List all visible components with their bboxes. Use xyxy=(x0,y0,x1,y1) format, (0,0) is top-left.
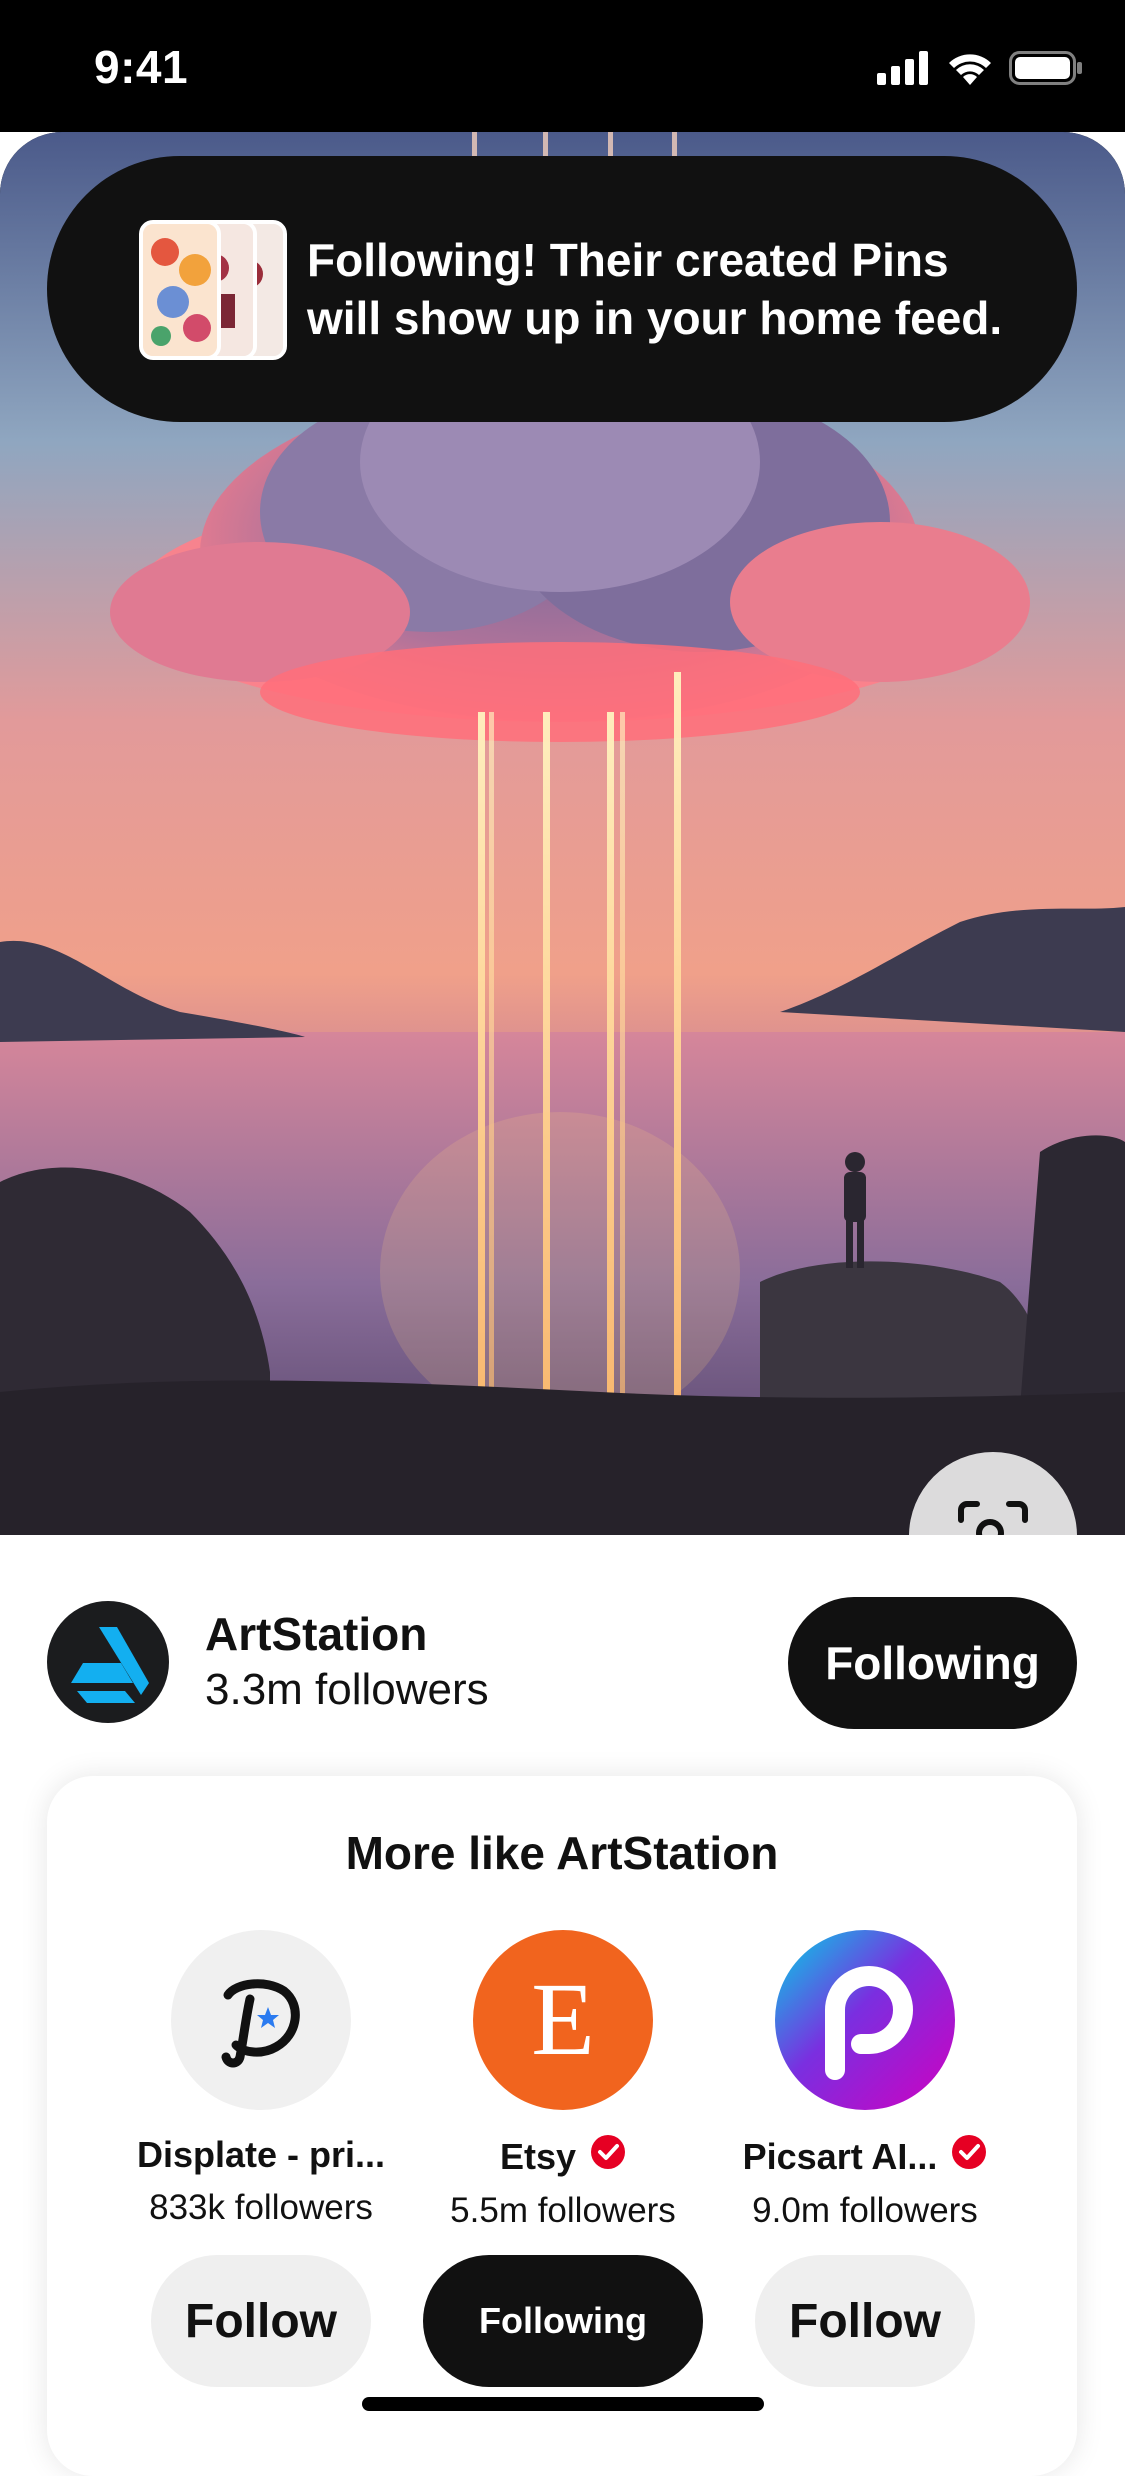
toast-board-thumbnails xyxy=(139,214,289,364)
suggestion-name: Picsart AI... xyxy=(715,2134,1015,2179)
follow-toast: Following! Their created Pins will show … xyxy=(47,156,1077,422)
following-button[interactable]: Following xyxy=(788,1597,1077,1729)
creator-followers-count: 3.3m followers xyxy=(205,1665,489,1714)
suggestion-name: Displate - pri... xyxy=(111,2134,411,2176)
creator-avatar[interactable] xyxy=(47,1601,169,1723)
etsy-avatar[interactable]: E xyxy=(473,1930,653,2110)
suggestion-name-text: Displate - pri... xyxy=(136,2134,386,2175)
follow-button-displate[interactable]: Follow xyxy=(151,2255,371,2387)
verified-check-icon xyxy=(590,2134,626,2179)
status-bar: 9:41 xyxy=(0,0,1125,132)
toast-thumbnail-front xyxy=(139,220,221,360)
etsy-logo-icon: E xyxy=(531,1962,595,2077)
more-like-card: More like ArtStation Displate - pri... 8… xyxy=(47,1776,1077,2476)
following-button-etsy[interactable]: Following xyxy=(423,2255,703,2387)
suggestion-followers: 833k followers xyxy=(149,2188,373,2227)
suggestion-followers: 9.0m followers xyxy=(752,2191,978,2230)
picsart-avatar[interactable] xyxy=(775,1930,955,2110)
artstation-logo-icon xyxy=(71,1627,149,1703)
battery-icon xyxy=(1009,50,1083,90)
suggestion-name-text: Etsy xyxy=(499,2135,577,2177)
verified-check-icon xyxy=(951,2134,987,2179)
creator-row: ArtStation 3.3m followers Following xyxy=(0,1535,1125,1775)
cellular-signal-icon xyxy=(877,50,931,90)
suggestion-etsy[interactable]: E Etsy 5.5m followers xyxy=(413,1930,713,2231)
creator-name[interactable]: ArtStation xyxy=(205,1607,427,1661)
displate-logo-icon xyxy=(221,1979,300,2068)
suggestion-name-text: Picsart AI... xyxy=(742,2135,938,2177)
more-like-title: More like ArtStation xyxy=(345,1827,779,1879)
toast-message: Following! Their created Pins will show … xyxy=(307,234,1003,344)
wifi-icon xyxy=(947,51,993,90)
suggestion-picsart[interactable]: Picsart AI... 9.0m followers xyxy=(715,1930,1015,2231)
suggestion-name: Etsy xyxy=(413,2134,713,2179)
suggestion-followers: 5.5m followers xyxy=(450,2191,676,2230)
home-indicator[interactable] xyxy=(362,2397,764,2411)
suggestion-displate[interactable]: Displate - pri... 833k followers xyxy=(111,1930,411,2228)
visual-search-icon xyxy=(955,1498,1031,1535)
picsart-logo-icon xyxy=(825,1966,913,2080)
follow-button-picsart[interactable]: Follow xyxy=(755,2255,975,2387)
status-time: 9:41 xyxy=(94,41,189,93)
status-icons xyxy=(877,50,1083,90)
displate-avatar[interactable] xyxy=(171,1930,351,2110)
